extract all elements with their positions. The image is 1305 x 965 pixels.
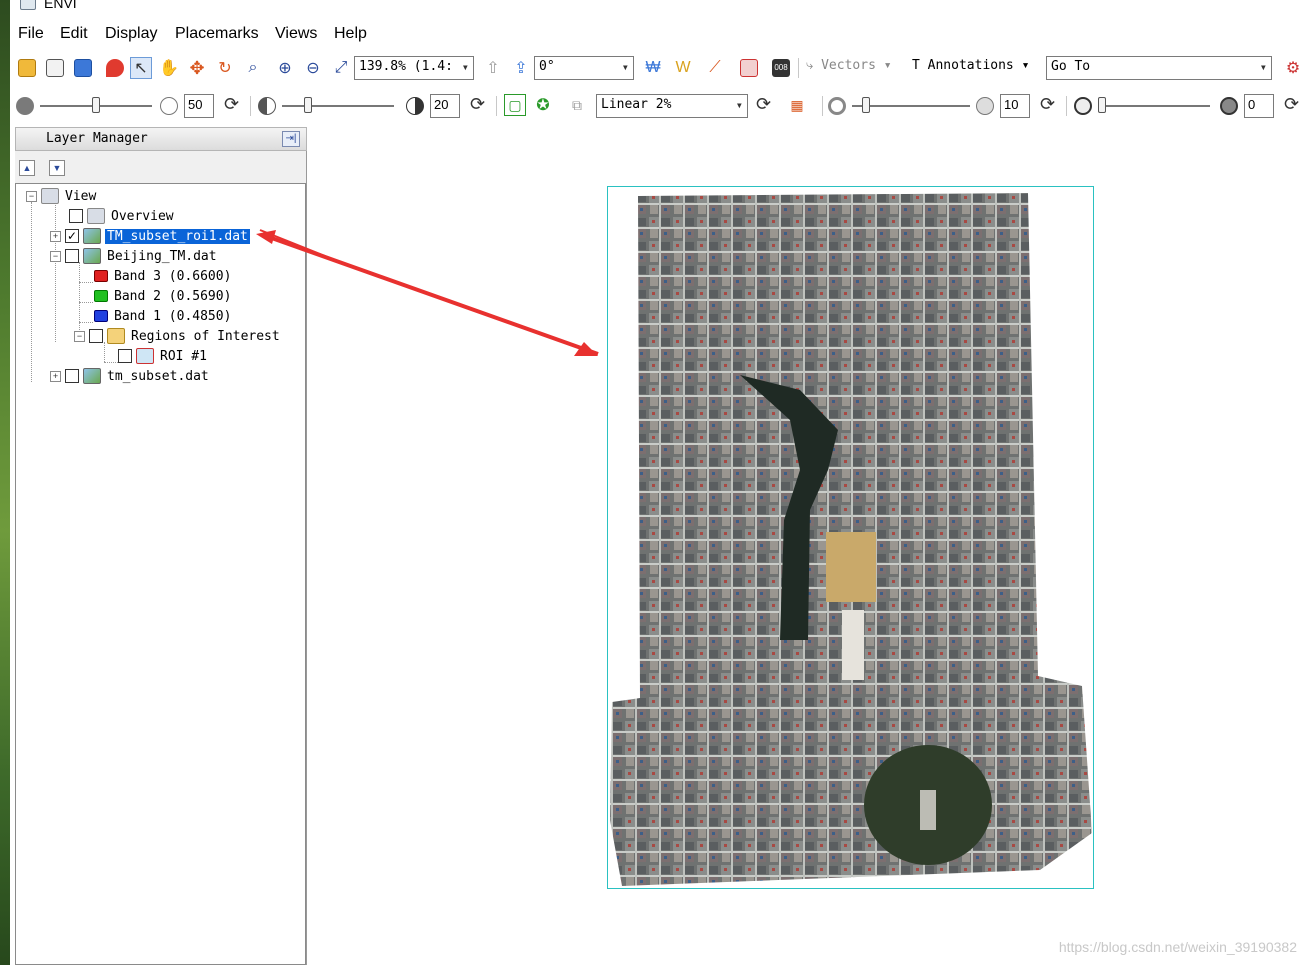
palace-shape [826, 532, 876, 602]
square-shape [842, 610, 864, 680]
image-view-canvas [256, 193, 1092, 886]
annotation-arrow-line [265, 234, 599, 356]
annotation-arrowhead [256, 230, 276, 244]
watermark: https://blog.csdn.net/weixin_39190382 [1058, 939, 1297, 955]
park-center [920, 790, 936, 830]
annotation-arrowhead [574, 342, 598, 356]
